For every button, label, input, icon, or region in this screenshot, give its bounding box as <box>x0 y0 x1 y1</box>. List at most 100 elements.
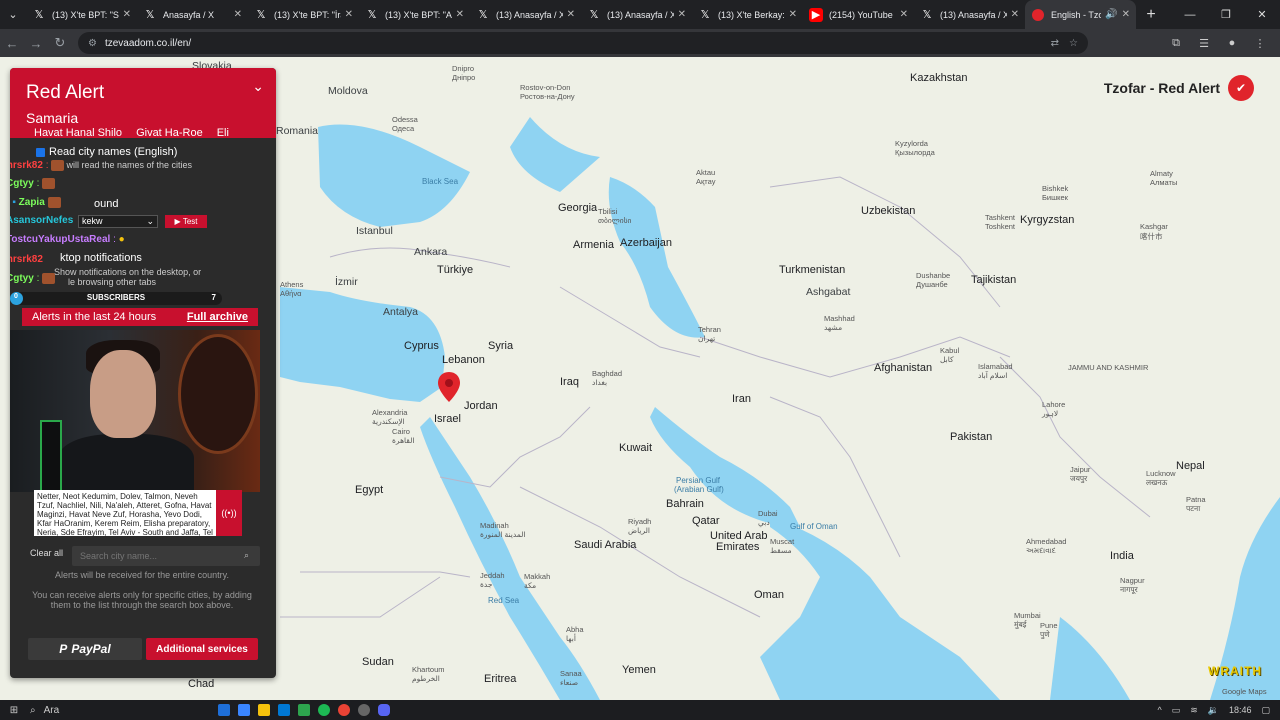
monitor-icon[interactable]: ▭ <box>1172 705 1181 716</box>
volume-icon[interactable]: 🔉 <box>1208 705 1219 716</box>
map-label-jaipur-local: जयपुर <box>1070 474 1088 483</box>
close-icon[interactable]: ✕ <box>1122 9 1130 20</box>
map-label-bahrain: Bahrain <box>666 498 704 510</box>
map-label-kabul-local: کابل <box>940 355 954 364</box>
chevron-down-icon[interactable]: ⌄ <box>252 78 264 95</box>
read-names-option[interactable]: Read city names (English) <box>36 146 177 158</box>
search-city-input[interactable] <box>72 546 260 566</box>
chat-text: : <box>36 273 40 285</box>
close-icon[interactable]: ✕ <box>123 9 131 20</box>
sound-select[interactable]: kekw ⌄ <box>78 215 158 228</box>
map-label-dubai: Dubai <box>758 509 778 518</box>
profile-icon[interactable]: ● <box>1218 37 1246 50</box>
alert-list-card[interactable]: Netter, Neot Kedumim, Dolev, Talmon, Nev… <box>34 490 216 536</box>
extensions-icon[interactable]: ⧉ <box>1162 37 1190 50</box>
map-label-bishkek-local: Бишкек <box>1042 193 1068 202</box>
map-label-aktau-local: Ақтау <box>696 177 716 186</box>
store-icon[interactable] <box>298 704 310 716</box>
map-label-turkiye: Türkiye <box>437 264 474 276</box>
close-window-icon[interactable]: ✕ <box>1244 0 1280 29</box>
checkbox-checked-icon[interactable] <box>36 147 45 157</box>
browser-tab[interactable]: 𝕏 (13) Anasayfa / X ✕ <box>914 0 1025 29</box>
map-label-dushanbe-local: Душанбе <box>916 280 948 289</box>
close-icon[interactable]: ✕ <box>567 9 575 20</box>
wraith-logo: WRAITH <box>1208 664 1262 678</box>
browser-tab[interactable]: 𝕏 (13) X'te Berkay: " ✕ <box>692 0 803 29</box>
close-icon[interactable]: ✕ <box>345 9 353 20</box>
map-label-athens: Athens <box>280 280 304 289</box>
speaker-icon[interactable]: 🔊 <box>1105 9 1117 20</box>
site-info-icon[interactable]: ⚙ <box>88 38 97 49</box>
chat-user: Zapia <box>18 197 45 209</box>
taskbar-search[interactable]: ⌕ Ara <box>30 705 210 716</box>
spotify-icon[interactable] <box>318 704 330 716</box>
chevron-up-icon[interactable]: ^ <box>1157 705 1161 715</box>
bookmark-star-icon[interactable]: ☆ <box>1069 38 1078 49</box>
map-label-medina: Madinah <box>480 521 509 530</box>
discord-icon[interactable] <box>378 704 390 716</box>
alert-city: Givat Ha-Roe <box>136 127 203 139</box>
test-sound-button[interactable]: ▶ Test <box>165 215 207 228</box>
browser-tab-active[interactable]: English - Tzofa🔊 ✕ <box>1025 0 1136 29</box>
read-names-label: Read city names (English) <box>49 146 178 158</box>
map-label-almaty-local: Алматы <box>1150 178 1178 187</box>
close-icon[interactable]: ✕ <box>789 9 797 20</box>
notification-icon[interactable]: ▢ <box>1261 705 1270 716</box>
outlook-icon[interactable] <box>278 704 290 716</box>
full-archive-link[interactable]: Full archive <box>187 311 248 323</box>
browser-tab[interactable]: 𝕏 (13) X'te BPT: "İra ✕ <box>248 0 359 29</box>
address-bar[interactable]: ⚙ tzevaadom.co.il/en/ ⇄ ☆ <box>78 32 1088 54</box>
browser-tab[interactable]: 𝕏 (13) Anasayfa / X ✕ <box>470 0 581 29</box>
browser-tab[interactable]: 𝕏 (13) X'te BPT: "SO ✕ <box>26 0 137 29</box>
paypal-button[interactable]: P PayPal <box>28 638 142 660</box>
emote-icon <box>51 160 65 171</box>
map-label-egypt: Egypt <box>355 484 384 496</box>
clock[interactable]: 18:46 <box>1229 705 1252 715</box>
start-icon[interactable]: ⊞ <box>4 700 24 720</box>
edge-icon[interactable] <box>218 704 230 716</box>
subs-label: SUBSCRIBERS <box>86 293 146 302</box>
search-icon[interactable]: ⌕ <box>244 550 249 561</box>
translate-icon[interactable]: ⇄ <box>1051 38 1059 49</box>
back-icon[interactable]: ← <box>0 36 24 51</box>
map-label-dnipro-local: Дніпро <box>452 73 476 82</box>
restore-icon[interactable]: ❐ <box>1208 0 1244 29</box>
map-label-syria: Syria <box>488 340 514 352</box>
close-icon[interactable]: ✕ <box>234 9 242 20</box>
info-note: You can receive alerts only for specific… <box>32 590 252 610</box>
additional-services-button[interactable]: Additional services <box>146 638 258 660</box>
map-label-abha: Abha <box>566 625 584 634</box>
map-label-kashgar-local: 喀什市 <box>1140 232 1163 241</box>
file-explorer-icon[interactable] <box>258 704 270 716</box>
chat-user: mrsrk82 <box>10 254 43 265</box>
close-icon[interactable]: ✕ <box>900 9 908 20</box>
close-icon[interactable]: ✕ <box>678 9 686 20</box>
obs-icon[interactable] <box>358 704 370 716</box>
forward-icon[interactable]: → <box>24 36 48 51</box>
reading-list-icon[interactable]: ☰ <box>1190 37 1218 50</box>
clear-all-button[interactable]: Clear all <box>30 548 63 558</box>
wifi-icon[interactable]: ≋ <box>1190 705 1198 716</box>
close-icon[interactable]: ✕ <box>456 9 464 20</box>
x-icon: 𝕏 <box>34 9 44 21</box>
browser-tab[interactable]: 𝕏 Anasayfa / X ✕ <box>137 0 248 29</box>
chat-user: AsansorNefes <box>10 215 74 226</box>
reload-icon[interactable]: ↻ <box>48 35 72 51</box>
alert-location-pin-icon[interactable] <box>438 372 460 402</box>
browser-tab[interactable]: ▶ (2154) YouTube ✕ <box>803 0 914 29</box>
browser-tab[interactable]: 𝕏 (13) Anasayfa / X ✕ <box>581 0 692 29</box>
new-tab-button[interactable]: + <box>1136 6 1166 24</box>
alert-broadcast-icon[interactable]: ((•)) <box>216 490 242 536</box>
map-label-tajikistan: Tajikistan <box>971 274 1017 286</box>
browser-menu-icon[interactable]: ⋮ <box>1246 37 1274 50</box>
map-label-nepal: Nepal <box>1176 460 1205 472</box>
browser-tab[interactable]: 𝕏 (13) X'te BPT: "AB ✕ <box>359 0 470 29</box>
tab-label: (13) X'te BPT: "İra <box>274 9 341 20</box>
chrome-icon[interactable] <box>338 704 350 716</box>
close-icon[interactable]: ✕ <box>1011 9 1019 20</box>
minimize-icon[interactable]: — <box>1172 0 1208 29</box>
tab-search-icon[interactable]: ⌄ <box>0 0 26 29</box>
map-label-patna: Patna <box>1186 495 1206 504</box>
copilot-icon[interactable] <box>238 704 250 716</box>
taskbar-apps <box>218 704 390 716</box>
